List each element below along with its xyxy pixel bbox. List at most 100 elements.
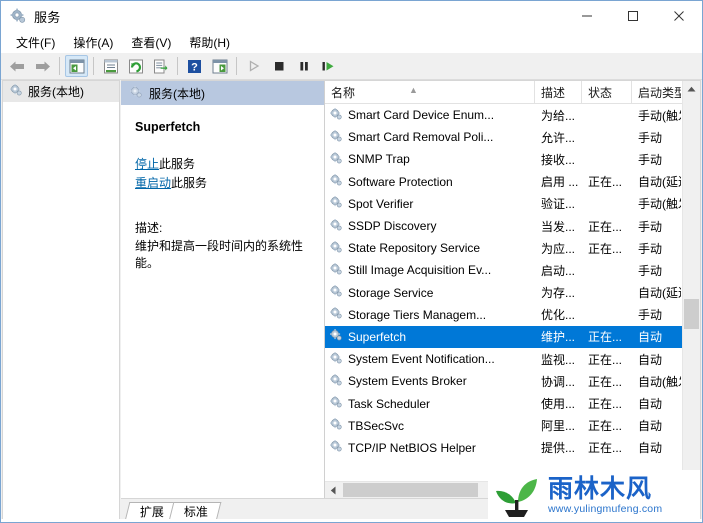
cell-startup-type: 自动(延迟... (638, 175, 681, 190)
detail-pane-header-label: 服务(本地) (149, 86, 205, 101)
table-row[interactable]: Software Protection 启用 ... 正在... 自动(延迟... (325, 171, 700, 193)
table-row[interactable]: TCP/IP NetBIOS Helper 提供... 正在... 自动 (325, 437, 700, 459)
toolbar-separator-2 (93, 57, 94, 75)
svg-text:?: ? (191, 61, 198, 73)
table-row[interactable]: Smart Card Device Enum... 为给... 手动(触发... (325, 104, 700, 126)
properties-icon[interactable] (99, 55, 122, 77)
cell-description: 阿里... (541, 419, 576, 434)
table-row[interactable]: Still Image Acquisition Ev... 启动... 手动 (325, 259, 700, 281)
restart-service-icon[interactable] (317, 55, 340, 77)
cell-startup-type: 手动 (638, 152, 663, 167)
cell-name-label: Still Image Acquisition Ev... (348, 263, 492, 278)
table-row[interactable]: SNMP Trap 接收... 手动 (325, 148, 700, 170)
scroll-up-icon[interactable] (683, 81, 700, 98)
table-row[interactable]: Superfetch 维护... 正在... 自动 (325, 325, 700, 349)
cell-description: 协调... (541, 374, 576, 389)
service-gear-icon (329, 262, 343, 279)
vertical-scrollbar[interactable] (682, 81, 700, 498)
vertical-scroll-thumb[interactable] (684, 299, 699, 329)
description-text: 维护和提高一段时间内的系统性能。 (135, 239, 304, 270)
minimize-button[interactable] (564, 1, 610, 31)
cell-description: 为应... (541, 241, 576, 256)
stop-service-icon[interactable] (267, 55, 290, 77)
cell-name: Still Image Acquisition Ev... (325, 262, 535, 279)
column-header-description[interactable]: 描述 (535, 81, 582, 103)
menu-help[interactable]: 帮助(H) (180, 32, 239, 53)
sidebar-item-label: 服务(本地) (28, 85, 84, 99)
cell-startup-type: 自动 (638, 330, 663, 345)
cell-status: 正在... (588, 419, 623, 434)
cell-name-label: TBSecSvc (348, 418, 405, 433)
table-row[interactable]: Task Scheduler 使用... 正在... 自动 (325, 392, 700, 414)
stop-service-line: 停止此服务 (135, 156, 312, 173)
cell-description: 当发... (541, 219, 576, 234)
table-row[interactable]: SSDP Discovery 当发... 正在... 手动 (325, 215, 700, 237)
cell-startup-type: 手动 (638, 263, 663, 278)
close-button[interactable] (656, 1, 702, 31)
column-header-status[interactable]: 状态 (582, 81, 632, 103)
cell-name-label: Superfetch (348, 329, 407, 344)
table-row[interactable]: TBSecSvc 阿里... 正在... 自动 (325, 415, 700, 437)
cell-name: TCP/IP NetBIOS Helper (325, 439, 535, 456)
menu-bar: 文件(F) 操作(A) 查看(V) 帮助(H) (1, 31, 702, 53)
cell-name-label: Software Protection (348, 174, 453, 189)
start-service-icon[interactable] (242, 55, 265, 77)
cell-name-label: SNMP Trap (348, 152, 410, 167)
cell-startup-type: 自动 (638, 441, 663, 456)
show-hide-action-pane-icon[interactable] (208, 55, 231, 77)
maximize-button[interactable] (610, 1, 656, 31)
cell-name-label: Smart Card Removal Poli... (348, 130, 494, 145)
cell-name: Superfetch (325, 328, 535, 345)
pause-service-icon[interactable] (292, 55, 315, 77)
sort-ascending-icon: ▲ (409, 85, 418, 95)
list-header: 名称 ▲ 描述 状态 启动类型 (325, 81, 700, 104)
cell-name-label: TCP/IP NetBIOS Helper (348, 440, 476, 455)
service-gear-icon (329, 373, 343, 390)
export-list-icon[interactable] (149, 55, 172, 77)
stop-service-suffix: 此服务 (159, 157, 196, 171)
service-gear-icon (329, 395, 343, 412)
scroll-left-icon[interactable] (325, 482, 342, 498)
table-row[interactable]: Spot Verifier 验证... 手动(触发... (325, 193, 700, 215)
cell-description: 启用 ... (541, 175, 579, 190)
cell-name: SNMP Trap (325, 151, 535, 168)
watermark: 雨林木风 www.yulingmufeng.com (488, 470, 700, 520)
service-gear-icon (329, 284, 343, 301)
refresh-icon[interactable] (124, 55, 147, 77)
cell-description: 提供... (541, 441, 576, 456)
cell-description: 接收... (541, 152, 576, 167)
watermark-title: 雨林木风 (548, 474, 653, 503)
column-header-name-label: 名称 (331, 86, 356, 100)
services-list: 名称 ▲ 描述 状态 启动类型 Smart Card Device Enum..… (324, 81, 700, 498)
menu-action[interactable]: 操作(A) (64, 32, 122, 53)
cell-name: System Events Broker (325, 373, 535, 390)
help-icon[interactable]: ? (183, 55, 206, 77)
table-row[interactable]: Smart Card Removal Poli... 允许... 手动 (325, 126, 700, 148)
table-row[interactable]: Storage Service 为存... 自动(延迟... (325, 282, 700, 304)
forward-icon[interactable] (31, 55, 54, 77)
list-rows: Smart Card Device Enum...为给...手动(触发... Sm… (325, 104, 700, 481)
show-hide-console-tree-icon[interactable] (65, 55, 88, 77)
stop-service-link[interactable]: 停止 (135, 157, 159, 171)
cell-description: 允许... (541, 130, 576, 145)
table-row[interactable]: System Events Broker 协调... 正在... 自动(触发... (325, 370, 700, 392)
cell-name-label: Spot Verifier (348, 196, 414, 211)
status-bar (1, 519, 702, 522)
sidebar-item-services-local[interactable]: 服务(本地) (3, 81, 119, 102)
toolbar: ? (1, 53, 702, 80)
restart-service-link[interactable]: 重启动 (135, 176, 171, 190)
column-header-startup-type[interactable]: 启动类型 (632, 81, 681, 103)
table-row[interactable]: Storage Tiers Managem... 优化... 手动 (325, 304, 700, 326)
cell-startup-type: 自动 (638, 419, 663, 434)
main-content: 服务(本地) 服务(本地) Superfetch 停止此服务 重启动此服务 描述… (1, 80, 702, 522)
table-row[interactable]: State Repository Service 为应... 正在... 手动 (325, 237, 700, 259)
table-row[interactable]: System Event Notification... 监视... 正在... 自动 (325, 348, 700, 370)
cell-name-label: System Events Broker (348, 374, 467, 389)
horizontal-scroll-thumb[interactable] (343, 483, 478, 497)
column-header-name[interactable]: 名称 ▲ (325, 81, 535, 103)
menu-file[interactable]: 文件(F) (7, 32, 64, 53)
back-icon[interactable] (6, 55, 29, 77)
window-title: 服务 (34, 9, 61, 25)
page-title: Superfetch (135, 120, 201, 134)
menu-view[interactable]: 查看(V) (122, 32, 180, 53)
